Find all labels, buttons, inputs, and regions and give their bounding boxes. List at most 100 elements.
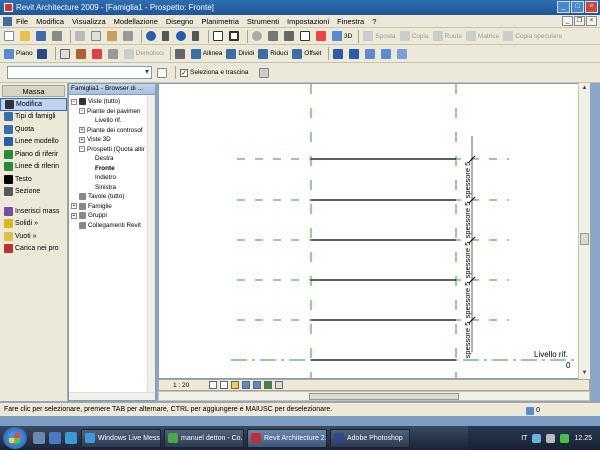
dimension-label[interactable]: spessore 5	[463, 282, 472, 319]
thin-lines-button[interactable]	[212, 30, 226, 43]
design-item-6[interactable]: Testo	[0, 173, 67, 186]
expand-icon[interactable]: +	[79, 127, 85, 134]
design-item-4[interactable]: Piano di riferir	[0, 148, 67, 161]
browser-horizontal-scrollbar[interactable]	[69, 392, 155, 400]
tag-button[interactable]	[283, 30, 297, 43]
menu-file[interactable]: File	[16, 17, 28, 26]
type-selector-dropdown[interactable]	[7, 66, 152, 79]
collapse-icon[interactable]: −	[79, 108, 85, 115]
doc-close-button[interactable]: ×	[586, 16, 597, 26]
tree-node[interactable]: + Piante dei controsof	[69, 126, 155, 136]
canvas-vertical-scrollbar[interactable]: ▲ ▼	[578, 83, 590, 379]
sun-shadow-icon[interactable]	[231, 381, 240, 389]
document-icon[interactable]	[3, 16, 12, 26]
align-button[interactable]: Allinea	[190, 47, 224, 60]
expand-icon[interactable]: +	[71, 203, 77, 210]
expand-icon[interactable]: +	[79, 136, 85, 143]
crop-region-icon[interactable]	[242, 381, 251, 389]
hide-isolate-icon[interactable]	[264, 381, 273, 389]
undo-menu-button[interactable]	[161, 30, 173, 43]
language-indicator[interactable]: IT	[521, 435, 527, 442]
menu-help[interactable]: ?	[372, 17, 376, 26]
design-item-extra-1[interactable]: Solidi »	[0, 218, 67, 231]
grid-display-button[interactable]	[36, 47, 50, 60]
design-bar-tab-massa[interactable]: Massa	[2, 85, 65, 97]
reveal-hidden-icon[interactable]	[275, 381, 284, 389]
design-item-3[interactable]: Linee modello	[0, 136, 67, 149]
scroll-up-arrow-icon[interactable]: ▲	[580, 84, 589, 93]
menu-modifica[interactable]: Modifica	[36, 17, 64, 26]
doc-minimize-button[interactable]: _	[562, 16, 573, 26]
menu-strumenti[interactable]: Strumenti	[247, 17, 279, 26]
dimension-label[interactable]: spessore 5	[463, 202, 472, 239]
copy-tool-button[interactable]: Copia	[399, 30, 430, 43]
menu-visualizza[interactable]: Visualizza	[72, 17, 106, 26]
new-button[interactable]	[3, 30, 17, 43]
design-item-extra-2[interactable]: Vuoti »	[0, 230, 67, 243]
trim-button[interactable]: Riduci	[257, 47, 289, 60]
filter-button[interactable]	[258, 66, 272, 79]
expand-icon[interactable]: +	[71, 212, 77, 219]
tree-node[interactable]: Collegamenti Revit	[69, 221, 155, 231]
save-button[interactable]	[35, 30, 49, 43]
detail-level-icon[interactable]	[209, 381, 218, 389]
dimension-label[interactable]: spessore 5	[463, 322, 472, 359]
demolish-button[interactable]: Demolisci	[123, 47, 165, 60]
print-button[interactable]	[51, 30, 65, 43]
taskbar-button[interactable]: manuel detton - Co...	[164, 428, 244, 448]
view-3d-button[interactable]: 3D	[331, 30, 353, 43]
menu-disegno[interactable]: Disegno	[166, 17, 194, 26]
uncut-geometry-button[interactable]	[380, 47, 394, 60]
tree-node[interactable]: − Piante dei pavimen	[69, 107, 155, 117]
clock[interactable]: 12.25	[574, 435, 592, 442]
minimize-button[interactable]: _	[557, 1, 570, 13]
taskbar-button[interactable]: Revit Architecture 2...	[247, 428, 327, 448]
select-and-drag-toggle[interactable]: ✓ Seleziona e trascina	[179, 66, 250, 79]
open-button[interactable]	[19, 30, 33, 43]
tree-node[interactable]: + Viste 3D	[69, 135, 155, 145]
pick-tool-button[interactable]	[75, 47, 89, 60]
design-item-0[interactable]: Modifica	[0, 98, 67, 111]
tree-node[interactable]: + Famiglie	[69, 202, 155, 212]
browser-vertical-scrollbar[interactable]	[147, 95, 155, 392]
paint-face-button[interactable]	[396, 47, 410, 60]
unjoin-button[interactable]	[348, 47, 362, 60]
snap-button[interactable]	[174, 47, 188, 60]
section-box-button[interactable]	[315, 30, 329, 43]
drawing-canvas[interactable]: spessore 5 spessore 5 spessore 5 spessor…	[158, 83, 590, 379]
design-item-extra-3[interactable]: Carica nei pro	[0, 243, 67, 256]
selection-tool-button[interactable]	[59, 47, 73, 60]
dimension-label[interactable]: spessore 5	[463, 242, 472, 279]
tree-node[interactable]: − Prospetti (Quota altir	[69, 145, 155, 155]
show-crop-icon[interactable]	[253, 381, 262, 389]
taskbar-button[interactable]: Windows Live Mess...	[81, 428, 161, 448]
rotate-button[interactable]: Ruota	[432, 30, 463, 43]
redo-menu-button[interactable]	[191, 30, 203, 43]
dimension-label[interactable]: spessore 5	[463, 162, 472, 199]
network-icon[interactable]	[532, 433, 542, 443]
offset-button[interactable]: Offset	[291, 47, 322, 60]
vertical-scroll-thumb[interactable]	[580, 233, 589, 245]
dynamic-view-button[interactable]	[267, 30, 281, 43]
maximize-button[interactable]: □	[571, 1, 584, 13]
zoom-button[interactable]	[251, 30, 265, 43]
level-name-label[interactable]: Livello rif.	[534, 350, 568, 359]
design-item-7[interactable]: Sezione	[0, 186, 67, 199]
design-item-1[interactable]: Tipi di famigli	[0, 111, 67, 124]
volume-icon[interactable]	[546, 433, 556, 443]
design-item-5[interactable]: Linee di riferin	[0, 161, 67, 174]
tree-node[interactable]: − Viste (tutto)	[69, 97, 155, 107]
taskbar-button[interactable]: Adobe Photoshop	[330, 428, 410, 448]
type-properties-button[interactable]	[156, 66, 170, 79]
close-button[interactable]: ×	[585, 1, 598, 13]
move-button[interactable]: Sposta	[362, 30, 396, 43]
collapse-icon[interactable]: −	[71, 98, 77, 105]
tree-node[interactable]: Fronte	[69, 164, 155, 174]
menu-modellazione[interactable]: Modellazione	[114, 17, 158, 26]
collapse-icon[interactable]: −	[79, 146, 85, 153]
tree-node[interactable]: Sinistra	[69, 183, 155, 193]
color-tool-button[interactable]	[91, 47, 105, 60]
redo-button[interactable]	[175, 30, 189, 43]
revit-app-icon[interactable]	[4, 3, 13, 12]
design-item-2[interactable]: Quota	[0, 123, 67, 136]
